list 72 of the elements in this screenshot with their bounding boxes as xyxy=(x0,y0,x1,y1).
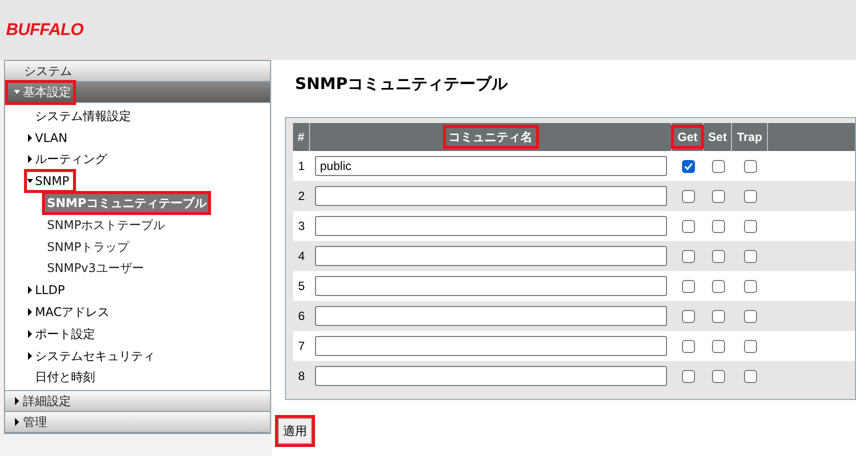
nav-item[interactable]: ポート設定 xyxy=(27,324,99,343)
checkbox[interactable] xyxy=(712,220,724,232)
caret-right-icon xyxy=(27,352,33,360)
community-name-field[interactable] xyxy=(315,246,667,266)
caret-right-icon xyxy=(27,330,33,338)
nav-item[interactable]: SNMP xyxy=(27,172,74,190)
community-name-field[interactable] xyxy=(315,336,667,356)
caret-down-icon xyxy=(27,177,33,186)
community-name-field[interactable] xyxy=(315,276,667,296)
column-header: コミュニティ名 xyxy=(446,128,536,146)
checkbox[interactable] xyxy=(744,370,756,382)
nav-item[interactable]: SNMPトラップ xyxy=(45,238,132,256)
apply-button[interactable]: 適用 xyxy=(278,418,312,444)
checkbox[interactable] xyxy=(682,220,694,232)
row-number: 4 xyxy=(298,248,305,265)
checkbox[interactable] xyxy=(712,190,724,202)
checkbox[interactable] xyxy=(712,340,724,352)
checkbox[interactable] xyxy=(682,160,694,172)
row-number: 8 xyxy=(298,368,305,385)
checkbox[interactable] xyxy=(682,280,694,292)
nav-item[interactable]: 日付と時刻 xyxy=(35,368,95,386)
row-number: 2 xyxy=(298,188,305,205)
nav-item[interactable]: SNMPホストテーブル xyxy=(45,216,168,234)
nav-item[interactable]: MACアドレス xyxy=(27,303,114,322)
nav-item[interactable]: VLAN xyxy=(27,128,72,147)
row-number: 3 xyxy=(298,218,305,235)
checkbox[interactable] xyxy=(744,250,756,262)
community-name-field[interactable] xyxy=(315,306,667,326)
checkbox[interactable] xyxy=(712,160,724,172)
nav-item[interactable]: システムセキュリティ xyxy=(27,346,159,365)
nav-item[interactable]: SNMPv3ユーザー xyxy=(45,259,146,278)
checkbox[interactable] xyxy=(744,220,756,232)
nav-item[interactable]: システム情報設定 xyxy=(35,106,131,125)
checkbox[interactable] xyxy=(712,370,724,382)
community-name-field[interactable] xyxy=(315,216,667,236)
checkbox[interactable] xyxy=(744,340,756,352)
row-number: 5 xyxy=(298,278,305,295)
caret-right-icon xyxy=(14,397,20,406)
caret-right-icon xyxy=(14,418,20,426)
column-header: Trap xyxy=(736,129,764,146)
caret-right-icon xyxy=(27,155,33,164)
logo: BUFFALO xyxy=(6,19,84,42)
checkbox[interactable] xyxy=(744,310,756,322)
nav-item[interactable]: SNMPコミュニティテーブル xyxy=(45,194,208,212)
checkbox[interactable] xyxy=(744,280,756,292)
column-header: # xyxy=(296,129,306,146)
checkbox[interactable] xyxy=(712,280,724,292)
column-header: Get xyxy=(674,128,700,146)
checkbox[interactable] xyxy=(744,190,756,202)
checkbox[interactable] xyxy=(712,250,724,262)
caret-right-icon xyxy=(27,286,33,294)
row-number: 7 xyxy=(298,338,305,355)
page-title: SNMPコミュニティテーブル xyxy=(295,73,509,95)
checkbox[interactable] xyxy=(682,340,694,352)
checkbox[interactable] xyxy=(712,310,724,322)
nav-item[interactable]: LLDP xyxy=(27,281,69,300)
checkbox[interactable] xyxy=(682,250,694,262)
community-name-field[interactable]: public xyxy=(315,156,667,176)
caret-right-icon xyxy=(27,134,33,142)
row-number: 6 xyxy=(298,308,305,325)
checkbox[interactable] xyxy=(682,310,694,322)
nav-item[interactable]: ルーティング xyxy=(27,150,111,168)
checkbox[interactable] xyxy=(682,190,694,202)
community-name-field[interactable] xyxy=(315,186,667,206)
community-name-field[interactable] xyxy=(315,366,667,386)
checkbox[interactable] xyxy=(744,160,756,172)
caret-down-icon xyxy=(14,88,20,96)
sidebar-section[interactable]: 管理 xyxy=(8,412,49,432)
caret-right-icon xyxy=(27,308,33,316)
checkbox[interactable] xyxy=(682,370,694,382)
column-header: Set xyxy=(707,129,728,146)
row-number: 1 xyxy=(298,158,305,175)
